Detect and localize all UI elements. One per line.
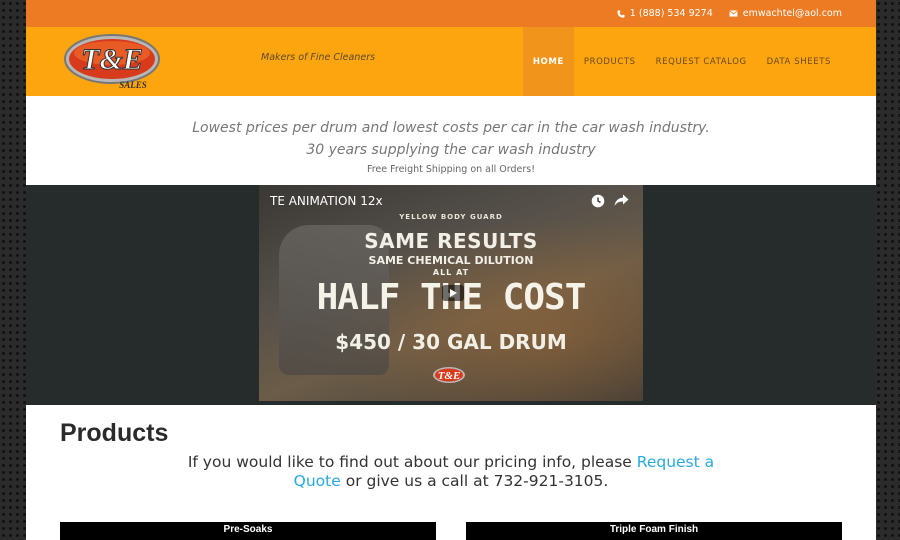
pricing-info: If you would like to find out about our … — [176, 453, 726, 491]
video-overlay-price: $450 / 30 GAL DRUM — [335, 330, 567, 354]
video-title[interactable]: TE ANIMATION 12x — [270, 194, 383, 208]
video-overlay-sub: SAME CHEMICAL DILUTION — [368, 254, 534, 267]
email-contact[interactable]: emwachtel@aol.com — [729, 8, 842, 19]
video-player[interactable]: TE ANIMATION 12x YELLOW BODY GUARD SAME … — [259, 185, 643, 401]
te-sales-logo[interactable]: T&E SALES — [63, 31, 161, 91]
products-heading: Products — [60, 419, 169, 447]
email-address: emwachtel@aol.com — [742, 8, 842, 19]
phone-icon — [617, 9, 625, 18]
free-shipping-note: Free Freight Shipping on all Orders! — [366, 164, 536, 175]
phone-number: 1 (888) 534 9274 — [629, 8, 713, 19]
video-logo: T&E — [433, 367, 465, 383]
clock-icon[interactable] — [591, 194, 605, 208]
pricing-text-pre: If you would like to find out about our … — [187, 453, 637, 471]
logo-sub: SALES — [119, 80, 147, 90]
nav-request-catalog[interactable]: REQUEST CATALOG — [646, 27, 757, 96]
envelope-icon — [729, 10, 738, 17]
intro-headline: Lowest prices per drum and lowest costs … — [192, 120, 710, 136]
table-header-pre-soaks: Pre-Soaks — [60, 522, 436, 540]
intro-subline: 30 years supplying the car wash industry — [306, 142, 596, 158]
video-overlay-small: YELLOW BODY GUARD — [399, 213, 503, 221]
video-band: TE ANIMATION 12x YELLOW BODY GUARD SAME … — [26, 185, 876, 405]
products-section: Products If you would like to find out a… — [26, 405, 876, 540]
intro-section: Lowest prices per drum and lowest costs … — [26, 96, 876, 185]
video-overlay-big: SAME RESULTS — [364, 229, 538, 253]
video-logo-text: T&E — [438, 370, 461, 382]
pricing-text-post: or give us a call at 732-921-3105. — [340, 472, 609, 490]
play-icon[interactable] — [442, 285, 464, 301]
top-contact-bar: 1 (888) 534 9274 emwachtel@aol.com — [26, 0, 876, 27]
tagline: Makers of Fine Cleaners — [261, 52, 376, 63]
nav-products[interactable]: PRODUCTS — [574, 27, 646, 96]
logo-text: T&E — [81, 43, 143, 76]
nav-home[interactable]: HOME — [522, 27, 574, 96]
video-overlay-allat: ALL AT — [432, 268, 470, 277]
main-nav: HOME PRODUCTS REQUEST CATALOG DATA SHEET… — [522, 27, 841, 96]
phone-contact[interactable]: 1 (888) 534 9274 — [617, 8, 713, 19]
share-icon[interactable] — [614, 194, 629, 207]
site-header: T&E SALES Makers of Fine Cleaners HOME P… — [26, 27, 876, 96]
nav-data-sheets[interactable]: DATA SHEETS — [757, 27, 841, 96]
table-header-triple-foam: Triple Foam Finish — [466, 522, 842, 540]
page: 1 (888) 534 9274 emwachtel@aol.com T&E S… — [26, 0, 876, 540]
